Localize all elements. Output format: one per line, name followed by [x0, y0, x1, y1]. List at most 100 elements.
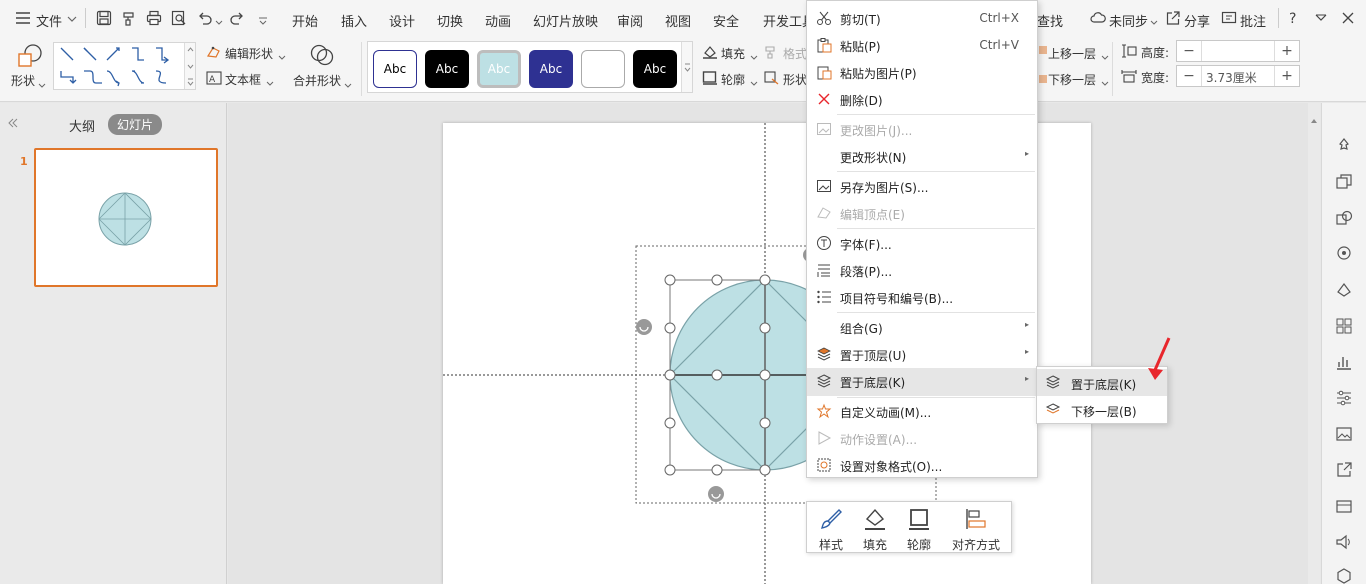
menu-item-custom-animation[interactable]: 自定义动画(M)...: [807, 398, 1037, 424]
width-field[interactable]: − 3.73厘米 +: [1176, 65, 1300, 87]
float-fill-button[interactable]: 填充: [853, 502, 897, 554]
shapes-icon[interactable]: [1335, 209, 1353, 227]
vertical-scrollbar[interactable]: [1308, 103, 1320, 584]
outline-icon[interactable]: [702, 71, 718, 88]
float-align-button[interactable]: 对齐方式: [941, 502, 1011, 554]
menu-item-cut[interactable]: 剪切(T) Ctrl+X: [807, 5, 1037, 31]
height-increase-button[interactable]: +: [1275, 43, 1299, 59]
menu-item-change-shape[interactable]: 更改形状(N) ▸: [807, 143, 1037, 169]
tab-insert[interactable]: 插入: [341, 11, 367, 30]
tab-review[interactable]: 审阅: [617, 11, 643, 30]
height-field[interactable]: − +: [1176, 40, 1300, 62]
menu-item-font[interactable]: 字体(F)...: [807, 230, 1037, 256]
tab-design[interactable]: 设计: [389, 11, 415, 30]
merge-shapes-icon[interactable]: [309, 43, 335, 70]
style-swatch-6[interactable]: Abc: [633, 50, 677, 88]
menu-item-format-object[interactable]: 设置对象格式(O)...: [807, 452, 1037, 478]
outline-button[interactable]: 轮廓: [721, 71, 745, 88]
height-value[interactable]: [1201, 41, 1275, 61]
edit-shape-button[interactable]: 编辑形状: [225, 45, 273, 62]
comment-button[interactable]: 批注: [1240, 11, 1266, 30]
shape-icon[interactable]: [16, 43, 42, 72]
menu-item-delete[interactable]: 删除(D): [807, 86, 1037, 112]
format-painter-icon[interactable]: [764, 45, 778, 62]
menu-item-bullets[interactable]: 项目符号和编号(B)...: [807, 284, 1037, 310]
pin-icon[interactable]: [1335, 137, 1353, 155]
menu-item-paragraph[interactable]: 段落(P)...: [807, 257, 1037, 283]
chevron-down-icon[interactable]: [344, 78, 352, 92]
collapse-ribbon-icon[interactable]: [1313, 10, 1329, 26]
chevron-down-icon[interactable]: [266, 76, 274, 90]
help-icon[interactable]: ?: [1285, 10, 1301, 27]
sliders-icon[interactable]: [1335, 389, 1353, 407]
chevron-down-icon[interactable]: [67, 13, 77, 27]
tab-animation[interactable]: 动画: [485, 11, 511, 30]
send-backward-button[interactable]: 下移一层: [1048, 71, 1096, 88]
share-button[interactable]: 分享: [1184, 11, 1210, 30]
height-decrease-button[interactable]: −: [1177, 43, 1201, 59]
file-menu[interactable]: 文件: [36, 11, 62, 30]
style-swatch-3-selected[interactable]: Abc: [477, 50, 521, 88]
style-swatch-5[interactable]: [581, 50, 625, 88]
menu-item-send-to-back[interactable]: 置于底层(K) ▸: [807, 368, 1037, 396]
menu-icon[interactable]: [15, 11, 31, 25]
hexagon-icon[interactable]: [1335, 567, 1353, 584]
collapse-panel-icon[interactable]: [7, 117, 19, 131]
shape-effect-icon[interactable]: [764, 71, 780, 88]
box-icon[interactable]: [1335, 497, 1353, 515]
bring-forward-button[interactable]: 上移一层: [1048, 45, 1096, 62]
merge-shapes-button[interactable]: 合并形状: [293, 72, 341, 89]
shape-effect-button[interactable]: 形状: [783, 71, 807, 88]
chevron-down-icon[interactable]: [38, 78, 46, 92]
style-swatch-2[interactable]: Abc: [425, 50, 469, 88]
shape-style-gallery[interactable]: Abc Abc Abc Abc Abc: [367, 41, 693, 93]
save-icon[interactable]: [96, 10, 112, 26]
style-swatch-4[interactable]: Abc: [529, 50, 573, 88]
tab-security[interactable]: 安全: [713, 11, 739, 30]
format-button[interactable]: 格式: [783, 45, 807, 62]
format-painter-icon[interactable]: [121, 10, 137, 26]
send-backward-icon[interactable]: [1038, 71, 1048, 88]
undo-dropdown-icon[interactable]: [215, 15, 223, 29]
audio-icon[interactable]: [1335, 533, 1353, 551]
chevron-down-icon[interactable]: [1101, 76, 1109, 90]
comment-icon[interactable]: [1221, 10, 1237, 26]
tab-start[interactable]: 开始: [292, 11, 318, 30]
gallery-scroll[interactable]: [184, 43, 195, 89]
gallery-scroll[interactable]: [681, 42, 692, 92]
undo-icon[interactable]: [197, 10, 213, 26]
float-outline-button[interactable]: 轮廓: [897, 502, 941, 554]
menu-item-paste-as-picture[interactable]: 粘贴为图片(P): [807, 59, 1037, 85]
menu-item-group[interactable]: 组合(G) ▸: [807, 314, 1037, 340]
width-value[interactable]: 3.73厘米: [1201, 66, 1275, 86]
tab-outline[interactable]: 大纲: [69, 116, 95, 135]
textbox-icon[interactable]: A: [206, 71, 222, 88]
width-increase-button[interactable]: +: [1275, 68, 1299, 84]
chevron-down-icon[interactable]: [278, 50, 286, 64]
tab-slideshow[interactable]: 幻灯片放映: [533, 11, 598, 30]
fill-icon[interactable]: [702, 45, 718, 62]
redo-icon[interactable]: [229, 10, 245, 26]
share-icon[interactable]: [1335, 461, 1353, 479]
search-label[interactable]: 查找: [1037, 11, 1063, 30]
line-gallery[interactable]: [53, 42, 196, 90]
float-style-button[interactable]: 样式: [809, 502, 853, 554]
menu-item-bring-to-front[interactable]: 置于顶层(U) ▸: [807, 341, 1037, 367]
slide-thumbnail[interactable]: [34, 148, 218, 287]
close-icon[interactable]: [1340, 10, 1356, 26]
print-icon[interactable]: [146, 10, 162, 26]
sync-dropdown-icon[interactable]: [1150, 15, 1158, 29]
textbox-button[interactable]: 文本框: [225, 71, 261, 88]
fill-icon[interactable]: [1335, 281, 1353, 299]
copy-icon[interactable]: [1335, 173, 1353, 191]
sync-status[interactable]: 未同步: [1109, 11, 1148, 30]
menu-item-paste[interactable]: 粘贴(P) Ctrl+V: [807, 32, 1037, 58]
edit-shape-icon[interactable]: [206, 45, 222, 62]
tab-transition[interactable]: 切换: [437, 11, 463, 30]
submenu-item-send-backward[interactable]: 下移一层(B): [1037, 396, 1167, 423]
style-swatch-1[interactable]: Abc: [373, 50, 417, 88]
location-icon[interactable]: [1335, 245, 1353, 263]
customize-quick-access-icon[interactable]: [258, 14, 268, 28]
chevron-down-icon[interactable]: [750, 50, 758, 64]
shape-button[interactable]: 形状: [11, 72, 35, 89]
